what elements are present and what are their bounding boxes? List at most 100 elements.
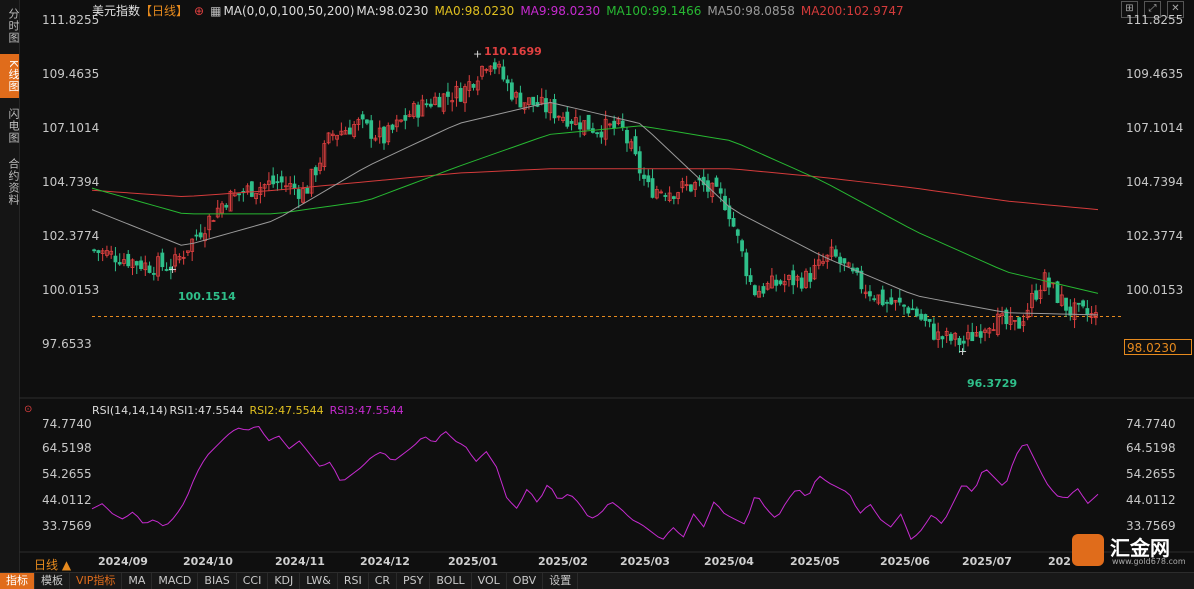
candle-body xyxy=(194,234,199,237)
rsi-axis-label-left: 33.7569 xyxy=(42,519,92,533)
candle-body xyxy=(748,275,753,282)
candle-body xyxy=(940,336,945,340)
candle-body xyxy=(799,277,804,289)
candle-body xyxy=(761,286,766,294)
candle-body xyxy=(249,181,254,197)
x-axis-label: 2025/07 xyxy=(962,555,1012,568)
candle-body xyxy=(914,308,919,317)
indicator-ma[interactable]: MA xyxy=(122,573,153,589)
high-marker: + xyxy=(473,48,482,61)
candle-body xyxy=(365,119,369,124)
candle-body xyxy=(637,151,642,174)
candle-body xyxy=(791,270,796,286)
rsi-axis-label-right: 54.2655 xyxy=(1126,467,1176,481)
rsi-axis-label-left: 64.5198 xyxy=(42,441,92,455)
tab-indicators[interactable]: 指标 xyxy=(0,573,35,589)
candle-body xyxy=(906,307,911,314)
rsi1-value: RSI1:47.5544 xyxy=(169,404,244,417)
candle-body xyxy=(808,273,813,282)
rsi-axis-label-right: 64.5198 xyxy=(1126,441,1176,455)
indicator-bias[interactable]: BIAS xyxy=(198,573,237,589)
candle-body xyxy=(620,120,625,129)
indicator-obv[interactable]: OBV xyxy=(507,573,544,589)
indicator-macd[interactable]: MACD xyxy=(152,573,199,589)
candle-body xyxy=(842,258,847,264)
candle-body xyxy=(650,178,655,198)
candle-body xyxy=(313,167,318,176)
low-annotation: 100.1514 xyxy=(178,290,236,303)
period-selector[interactable]: 日线 ▲ xyxy=(34,556,71,573)
candle-body xyxy=(868,291,872,297)
price-axis-label-left: 107.1014 xyxy=(42,121,100,135)
candle-body xyxy=(595,132,600,135)
candle-body xyxy=(117,262,122,265)
candle-body xyxy=(1017,317,1022,329)
candle-body xyxy=(569,121,574,124)
candle-body xyxy=(735,229,740,236)
candle-body xyxy=(1055,281,1060,303)
candle-body xyxy=(92,249,97,252)
candle-body xyxy=(1076,302,1081,305)
candle-body xyxy=(96,250,101,253)
candle-body xyxy=(126,253,131,267)
indicator-psy[interactable]: PSY xyxy=(397,573,431,589)
candle-body xyxy=(970,332,975,342)
candle-body xyxy=(714,177,719,187)
x-axis-label: 2025/01 xyxy=(448,555,498,568)
tab-templates[interactable]: 模板 xyxy=(35,573,70,589)
candle-body xyxy=(625,129,629,144)
price-axis-label-right: 109.4635 xyxy=(1126,67,1184,81)
rsi-axis-label-right: 33.7569 xyxy=(1126,519,1176,533)
candle-body xyxy=(279,176,284,183)
candle-body xyxy=(113,255,118,263)
indicator-lw[interactable]: LW& xyxy=(300,573,338,589)
candle-body xyxy=(586,114,591,130)
indicator-vol[interactable]: VOL xyxy=(472,573,507,589)
x-axis-label: 202 xyxy=(1048,555,1071,568)
price-axis-label-right: 104.7394 xyxy=(1126,175,1184,189)
candle-body xyxy=(910,308,915,311)
x-axis-label: 2025/04 xyxy=(704,555,754,568)
current-price-tag: 98.0230 xyxy=(1124,339,1192,355)
x-axis-label: 2024/10 xyxy=(183,555,233,568)
candle-body xyxy=(778,280,783,285)
indicator-kdj[interactable]: KDJ xyxy=(268,573,301,589)
tab-vip-indicators[interactable]: VIP指标 xyxy=(70,573,123,589)
candle-body xyxy=(305,187,310,194)
indicator-rsi[interactable]: RSI xyxy=(338,573,369,589)
candle-body xyxy=(1081,300,1085,307)
indicator-boll[interactable]: BOLL xyxy=(430,573,472,589)
candle-body xyxy=(147,265,152,273)
logo-icon xyxy=(1072,534,1104,566)
rsi-axis-label-left: 74.7740 xyxy=(42,417,92,431)
candle-body xyxy=(872,298,877,301)
gold678-logo: 汇金网 www.gold678.com xyxy=(1072,532,1190,570)
candle-body xyxy=(744,252,749,277)
candle-body xyxy=(902,304,906,307)
rsi-axis-label-right: 74.7740 xyxy=(1126,417,1176,431)
rsi-settings[interactable]: RSI(14,14,14) xyxy=(92,404,167,417)
x-axis-label: 2024/12 xyxy=(360,555,410,568)
price-axis-label-right: 100.0153 xyxy=(1126,283,1184,297)
indicator-cci[interactable]: CCI xyxy=(237,573,269,589)
rsi-line xyxy=(91,426,1099,541)
candle-body xyxy=(957,338,962,346)
indicator-cr[interactable]: CR xyxy=(369,573,398,589)
rsi-settings-icon[interactable]: ⊙ xyxy=(24,404,32,415)
candle-body xyxy=(838,256,842,264)
ma50-line xyxy=(91,101,1099,316)
candle-body xyxy=(931,323,936,340)
candle-body xyxy=(731,217,736,227)
candle-body xyxy=(689,184,693,192)
indicator-settings[interactable]: 设置 xyxy=(543,573,579,589)
price-axis-label-left: 104.7394 xyxy=(42,175,100,189)
candle-body xyxy=(978,331,983,338)
candle-body xyxy=(552,99,557,119)
candle-body xyxy=(1034,290,1039,300)
rsi2-value: RSI2:47.5544 xyxy=(249,404,324,417)
candle-body xyxy=(292,183,297,189)
candle-body xyxy=(578,122,582,130)
rsi-axis-label-right: 44.0112 xyxy=(1126,493,1176,507)
candle-body xyxy=(160,252,165,268)
candle-body xyxy=(544,98,548,113)
